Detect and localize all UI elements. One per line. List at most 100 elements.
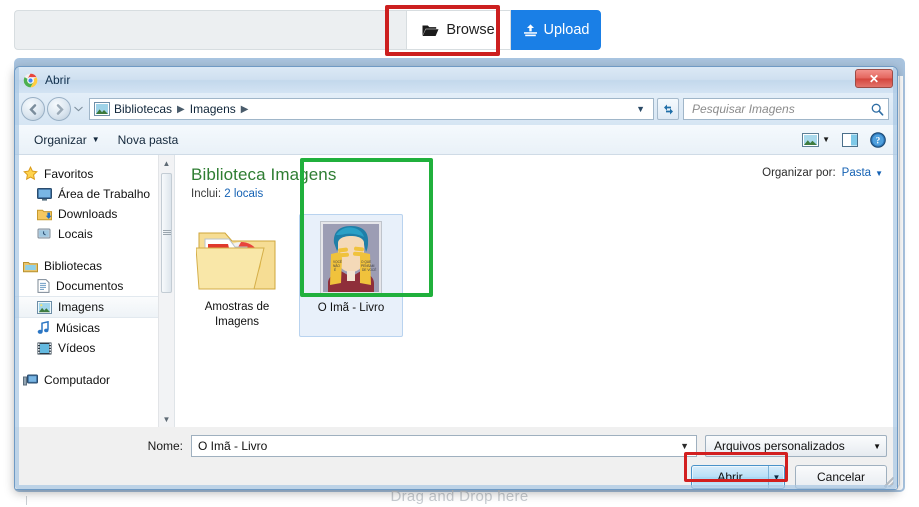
pictures-library-icon [94, 102, 110, 116]
svg-text:É: É [334, 267, 336, 272]
sidebar-group-label: Bibliotecas [44, 259, 103, 273]
ruler-tick [26, 496, 27, 505]
file-item-label: O Imã - Livro [317, 302, 385, 314]
arrange-by-control: Organizar por: Pasta ▼ [762, 167, 883, 179]
address-bar[interactable]: Bibliotecas ▶ Imagens ▶ ▼ [89, 98, 654, 120]
sidebar-group-bibliotecas[interactable]: Bibliotecas [15, 256, 174, 276]
close-icon[interactable]: ✕ [855, 69, 893, 88]
sidebar-item-label: Locais [58, 227, 93, 241]
videos-library-icon [37, 342, 52, 355]
folder-thumbnail-icon [187, 220, 287, 294]
dialog-command-toolbar: Organizar ▼ Nova pasta ▼ ? [15, 125, 897, 155]
cancel-button[interactable]: Cancelar [795, 465, 887, 489]
dialog-navigation-bar: Bibliotecas ▶ Imagens ▶ ▼ Pesquisar Imag… [15, 93, 897, 125]
sidebar-item-documentos[interactable]: Documentos [15, 276, 174, 296]
breadcrumb-bibliotecas[interactable]: Bibliotecas [113, 102, 173, 116]
arrange-by-value[interactable]: Pasta ▼ [842, 167, 883, 179]
dialog-title: Abrir [45, 73, 71, 87]
sidebar-item-label: Imagens [58, 300, 105, 314]
breadcrumb-imagens[interactable]: Imagens [189, 102, 237, 116]
documents-library-icon [37, 279, 50, 293]
music-library-icon [37, 321, 50, 335]
file-type-select[interactable]: Arquivos personalizados ▼ [705, 435, 887, 457]
file-type-value: Arquivos personalizados [714, 439, 845, 453]
navigation-sidebar: Favoritos Área de Trabalho Downloads Loc… [15, 155, 175, 427]
chevron-down-icon[interactable] [71, 97, 85, 121]
open-button-split-caret-icon[interactable]: ▼ [768, 466, 784, 488]
sidebar-item-musicas[interactable]: Músicas [15, 318, 174, 338]
upload-icon [523, 23, 538, 37]
svg-text:?: ? [876, 135, 881, 145]
chevron-down-icon: ▼ [873, 441, 881, 451]
resize-grip[interactable] [884, 477, 894, 487]
selected-file-input[interactable] [14, 10, 406, 50]
search-input[interactable]: Pesquisar Imagens [683, 98, 889, 120]
browse-button[interactable]: Browse [406, 10, 511, 50]
upload-button-label: Upload [543, 22, 590, 38]
library-subtitle-prefix: Inclui: [191, 188, 222, 200]
library-locations-link[interactable]: 2 locais [224, 188, 263, 200]
search-icon [871, 103, 884, 116]
sidebar-item-label: Documentos [56, 279, 124, 293]
scroll-up-arrow-icon[interactable]: ▲ [159, 155, 174, 171]
organize-menu-button[interactable]: Organizar ▼ [25, 129, 109, 151]
file-items-container: Amostras de Imagens VOCÊ NÃO É O QUE PEN… [175, 158, 897, 338]
sidebar-item-downloads[interactable]: Downloads [15, 204, 174, 224]
chrome-icon [23, 73, 38, 88]
sidebar-group-label: Favoritos [44, 166, 94, 181]
new-folder-button[interactable]: Nova pasta [109, 129, 188, 151]
back-arrow-icon[interactable] [21, 97, 45, 121]
file-list-pane[interactable]: Biblioteca Imagens Inclui: 2 locais Orga… [175, 155, 897, 427]
sidebar-item-label: Músicas [56, 321, 101, 335]
sidebar-item-locais[interactable]: Locais [15, 224, 174, 244]
open-button-label: Abrir [717, 470, 743, 484]
sidebar-item-imagens[interactable]: Imagens [15, 296, 174, 318]
downloads-folder-icon [37, 208, 52, 221]
image-thumbnail: VOCÊ NÃO É O QUE PENSAM DE VOCÊ [302, 221, 400, 295]
file-item-amostras-de-imagens[interactable]: Amostras de Imagens [185, 214, 289, 337]
scroll-down-arrow-icon[interactable]: ▼ [159, 411, 174, 427]
file-item-o-ima-livro[interactable]: VOCÊ NÃO É O QUE PENSAM DE VOCÊ O Imã - Livr… [299, 214, 403, 338]
desktop-icon [37, 187, 52, 201]
refresh-icon[interactable] [657, 98, 679, 120]
drop-zone-label: Drag and Drop here [390, 488, 529, 505]
sidebar-scrollbar[interactable]: ▲ ▼ [158, 155, 174, 427]
view-layout-icon[interactable]: ▼ [797, 130, 835, 150]
file-name-value: O Imã - Livro [198, 439, 268, 453]
computer-icon [23, 374, 38, 387]
libraries-icon [23, 260, 38, 273]
library-subtitle: Inclui: 2 locais [191, 188, 883, 200]
dialog-title-bar[interactable]: Abrir ✕ [15, 67, 897, 93]
chevron-down-icon: ▼ [91, 135, 100, 144]
upload-button[interactable]: Upload [511, 10, 601, 50]
star-icon [23, 166, 38, 181]
breadcrumb-separator-icon: ▶ [177, 103, 185, 115]
recent-places-icon [37, 228, 52, 241]
arrange-by-value-label: Pasta [841, 167, 872, 179]
open-file-dialog: Abrir ✕ Bibliotecas ▶ Imagens ▶ ▼ Pesqui… [14, 66, 898, 490]
open-folder-icon [422, 24, 439, 37]
chevron-down-icon[interactable]: ▼ [677, 441, 692, 451]
address-dropdown-icon[interactable]: ▼ [630, 104, 651, 114]
file-name-input[interactable]: O Imã - Livro ▼ [191, 435, 697, 457]
sidebar-item-label: Downloads [58, 207, 118, 221]
search-placeholder: Pesquisar Imagens [692, 102, 795, 116]
file-item-label: Amostras de Imagens [204, 301, 270, 328]
file-name-label: Nome: [147, 439, 183, 453]
preview-pane-icon[interactable] [837, 130, 863, 150]
dialog-action-buttons: Abrir ▼ Cancelar [15, 457, 897, 489]
sidebar-scrollbar-thumb[interactable] [161, 173, 172, 293]
sidebar-group-label: Computador [44, 373, 111, 387]
sidebar-group-computador[interactable]: Computador [15, 370, 174, 390]
sidebar-item-videos[interactable]: Vídeos [15, 338, 174, 358]
cancel-button-label: Cancelar [816, 470, 866, 484]
open-button[interactable]: Abrir ▼ [691, 465, 785, 489]
help-icon[interactable]: ? [865, 129, 891, 151]
forward-arrow-icon[interactable] [47, 97, 71, 121]
organize-menu-label: Organizar [34, 132, 87, 147]
sidebar-group-favoritos[interactable]: Favoritos [15, 163, 174, 184]
browse-button-label: Browse [446, 22, 495, 38]
sidebar-item-area-de-trabalho[interactable]: Área de Trabalho [15, 184, 174, 204]
